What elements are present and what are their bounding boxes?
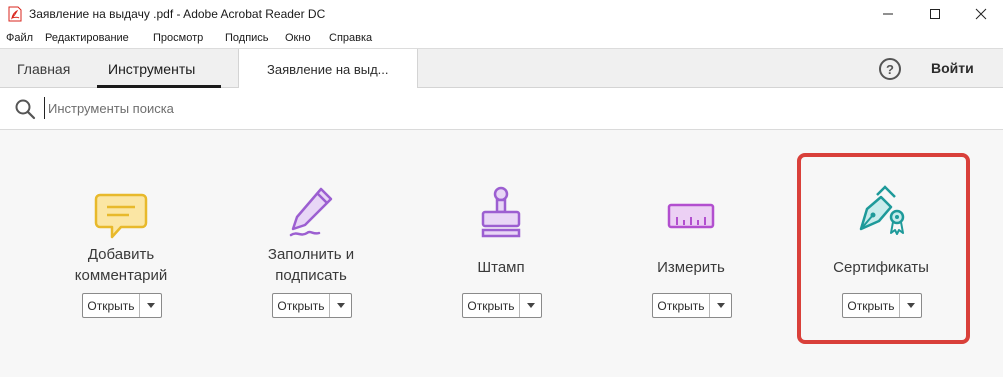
tool-label-line1: Добавить xyxy=(87,246,155,263)
maximize-icon xyxy=(930,9,940,19)
signin-button[interactable]: Войти xyxy=(931,60,974,76)
title-bar: Заявление на выдачу .pdf - Adobe Acrobat… xyxy=(0,0,1003,28)
tool-stamp[interactable]: Штамп Открыть xyxy=(406,131,596,377)
comment-icon xyxy=(94,193,148,239)
minimize-button[interactable] xyxy=(865,0,911,28)
close-button[interactable] xyxy=(958,0,1003,28)
menu-edit[interactable]: Редактирование xyxy=(45,32,129,44)
chevron-down-icon xyxy=(526,303,535,308)
menu-help[interactable]: Справка xyxy=(329,32,372,44)
tool-label-line2: подписать xyxy=(275,267,347,284)
minimize-icon xyxy=(883,13,893,15)
help-button[interactable]: ? xyxy=(879,58,901,80)
tab-document[interactable]: Заявление на выд... xyxy=(238,49,418,88)
certificates-highlight-frame xyxy=(797,153,970,344)
window-title: Заявление на выдачу .pdf - Adobe Acrobat… xyxy=(29,7,326,21)
search-icon xyxy=(15,99,36,120)
open-button-group: Открыть xyxy=(272,293,352,318)
tool-label-line2: комментарий xyxy=(74,267,168,284)
acrobat-icon xyxy=(8,6,22,22)
menu-view[interactable]: Просмотр xyxy=(153,32,203,44)
tool-label-line1: Заполнить и xyxy=(267,246,355,263)
open-button[interactable]: Открыть xyxy=(653,294,710,317)
help-icon: ? xyxy=(886,61,894,77)
menu-window[interactable]: Окно xyxy=(285,32,311,44)
open-dropdown-button[interactable] xyxy=(710,294,731,317)
open-button[interactable]: Открыть xyxy=(83,294,140,317)
open-dropdown-button[interactable] xyxy=(330,294,351,317)
menu-sign[interactable]: Подпись xyxy=(225,32,269,44)
open-button[interactable]: Открыть xyxy=(463,294,520,317)
tool-measure[interactable]: Измерить Открыть xyxy=(596,131,786,377)
stamp-icon xyxy=(481,186,521,238)
chevron-down-icon xyxy=(146,303,155,308)
open-button-group: Открыть xyxy=(462,293,542,318)
tool-label: Измерить xyxy=(657,259,725,276)
open-button-group: Открыть xyxy=(652,293,732,318)
open-button[interactable]: Открыть xyxy=(273,294,330,317)
chevron-down-icon xyxy=(716,303,725,308)
open-dropdown-button[interactable] xyxy=(520,294,541,317)
open-dropdown-button[interactable] xyxy=(140,294,161,317)
search-row xyxy=(0,88,1003,130)
measure-icon xyxy=(667,203,715,229)
search-input[interactable] xyxy=(44,97,444,119)
menu-file[interactable]: Файл xyxy=(6,32,33,44)
tool-label: Штамп xyxy=(477,259,525,276)
tool-fill-sign[interactable]: Заполнить и подписать Открыть xyxy=(216,131,406,377)
tab-bar: Главная Инструменты Заявление на выд... … xyxy=(0,48,1003,88)
tool-add-comment[interactable]: Добавить комментарий Открыть xyxy=(26,131,216,377)
tab-document-label: Заявление на выд... xyxy=(267,62,389,77)
maximize-button[interactable] xyxy=(912,0,958,28)
tools-panel: Добавить комментарий Открыть Заполнить и… xyxy=(0,131,1003,377)
menu-bar: Файл Редактирование Просмотр Подпись Окн… xyxy=(0,28,1003,48)
chevron-down-icon xyxy=(336,303,345,308)
fill-sign-icon xyxy=(289,187,333,237)
open-button-group: Открыть xyxy=(82,293,162,318)
close-icon xyxy=(975,8,987,20)
